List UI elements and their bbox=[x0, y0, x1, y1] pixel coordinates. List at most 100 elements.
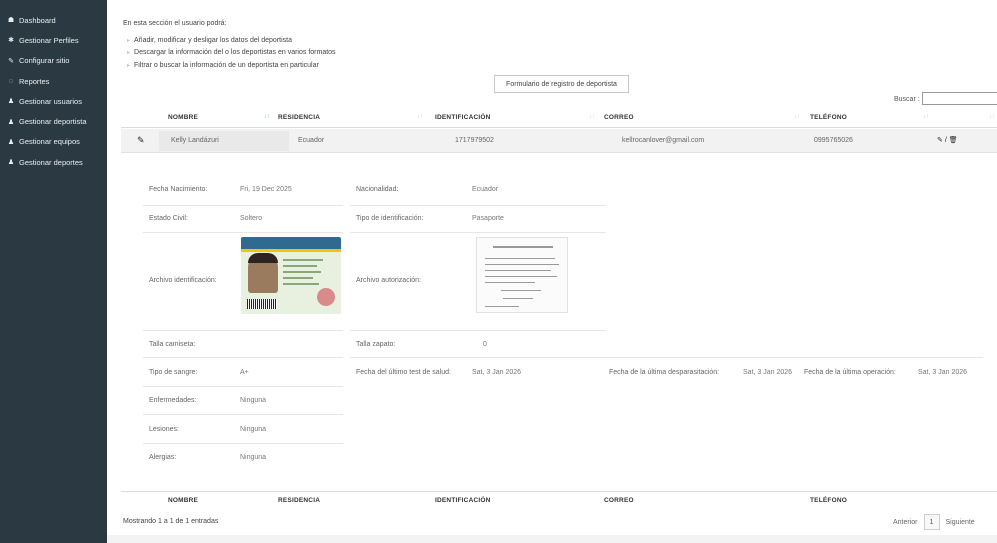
sidebar-item-dashboard[interactable]: ☗ Dashboard bbox=[0, 10, 107, 30]
section-intro: En esta sección el usuario podrá: bbox=[123, 20, 227, 27]
footer-header-nombre: NOMBRE bbox=[168, 497, 199, 504]
label-test-salud: Fecha del último test de salud: bbox=[356, 369, 451, 376]
label-tipo-sangre: Tipo de sangre: bbox=[149, 369, 198, 376]
list-item: ▸ Añadir, modificar y desligar los datos … bbox=[127, 36, 292, 44]
sidebar-item-gestionar-deportista[interactable]: ♟ Gestionar deportista bbox=[0, 111, 107, 131]
sort-icon[interactable]: ↓↑ bbox=[417, 114, 423, 120]
sidebar-item-label: Gestionar equipos bbox=[19, 137, 80, 147]
sidebar-item-label: Gestionar deportes bbox=[19, 157, 83, 167]
column-header-nombre[interactable]: NOMBRE bbox=[168, 114, 198, 121]
bullet-icon: ▸ bbox=[127, 37, 131, 44]
divider bbox=[143, 330, 343, 331]
dashboard-icon: ☗ bbox=[7, 17, 15, 25]
gear-icon: ✱ bbox=[8, 37, 14, 45]
divider bbox=[143, 357, 343, 358]
footer-header-telefono: TELÉFONO bbox=[810, 497, 847, 504]
search-input[interactable] bbox=[922, 92, 997, 105]
label-lesiones: Lesiones: bbox=[149, 426, 179, 433]
sidebar-item-label: Dashboard bbox=[19, 15, 56, 25]
label-tipo-identificacion: Tipo de identificación: bbox=[356, 215, 424, 222]
sort-icon[interactable]: ↓↑ bbox=[264, 114, 270, 120]
footer-header-identificacion: IDENTIFICACIÓN bbox=[435, 497, 491, 504]
sidebar-item-gestionar-perfiles[interactable]: ✱ Gestionar Perfiles bbox=[0, 30, 107, 50]
list-item: ▸ Descargar la información del o los depo… bbox=[127, 49, 336, 57]
value-desparasitacion: Sat, 3 Jan 2026 bbox=[743, 369, 793, 376]
column-header-telefono[interactable]: TELÉFONO bbox=[810, 114, 847, 121]
sort-icon[interactable]: ↓↑ bbox=[794, 114, 800, 120]
value-enfermedades: Ninguna bbox=[240, 397, 267, 404]
cell-correo: kellrocanlover@gmail.com bbox=[622, 137, 705, 144]
value-nacionalidad: Ecuador bbox=[472, 186, 499, 193]
trash-icon[interactable]: 🗑 bbox=[949, 137, 958, 144]
sidebar-item-reportes[interactable]: ◌ Reportes bbox=[0, 71, 107, 91]
sidebar-item-label: Reportes bbox=[19, 76, 50, 86]
divider bbox=[143, 205, 343, 206]
cell-residencia: Ecuador bbox=[298, 137, 325, 144]
prev-page-button[interactable]: Anterior bbox=[887, 519, 924, 526]
user-icon: ♟ bbox=[7, 118, 15, 126]
athlete-details: Fecha Nacimiento: Fri, 19 Dec 2025 Nacio… bbox=[121, 153, 997, 485]
divider bbox=[350, 330, 606, 331]
column-header-correo[interactable]: CORREO bbox=[604, 114, 634, 121]
chat-icon: ◌ bbox=[8, 77, 14, 85]
sidebar: ☗ Dashboard ✱ Gestionar Perfiles ✎ Confi… bbox=[0, 0, 107, 543]
sidebar-item-label: Configurar sitio bbox=[19, 56, 70, 66]
cell-nombre: Kelly Landázuri bbox=[171, 137, 219, 144]
table-header: NOMBRE ↓↑ RESIDENCIA ↓↑ IDENTIFICACIÓN ↓… bbox=[121, 109, 997, 128]
column-header-identificacion[interactable]: IDENTIFICACIÓN bbox=[435, 114, 491, 121]
wrench-icon: ✎ bbox=[8, 57, 14, 65]
column-header-residencia[interactable]: RESIDENCIA bbox=[278, 114, 320, 121]
page-number-button[interactable]: 1 bbox=[923, 514, 940, 530]
sort-icon[interactable]: ↓↑ bbox=[989, 114, 995, 120]
divider bbox=[350, 205, 606, 206]
bottom-bar bbox=[107, 535, 997, 543]
sidebar-item-label: Gestionar Perfiles bbox=[19, 35, 79, 45]
user-icon: ♟ bbox=[7, 159, 15, 167]
main-content: En esta sección el usuario podrá: ▸ Añadi… bbox=[107, 0, 997, 543]
user-icon: ♟ bbox=[7, 98, 15, 106]
value-operacion: Sat, 3 Jan 2026 bbox=[918, 369, 968, 376]
label-alergias: Alergias: bbox=[149, 454, 177, 461]
label-enfermedades: Enfermedades: bbox=[149, 397, 197, 404]
divider bbox=[350, 232, 606, 233]
value-tipo-sangre: A+ bbox=[240, 369, 249, 376]
value-estado-civil: Soltero bbox=[240, 215, 263, 222]
edit-icon[interactable]: ✎ bbox=[937, 137, 943, 144]
row-actions[interactable]: ✎ / 🗑 bbox=[937, 136, 958, 144]
label-operacion: Fecha de la última operación: bbox=[804, 369, 896, 376]
sidebar-item-gestionar-equipos[interactable]: ♟ Gestionar equipos bbox=[0, 132, 107, 152]
sort-icon[interactable]: ↓↑ bbox=[589, 114, 595, 120]
sidebar-item-configurar-sitio[interactable]: ✎ Configurar sitio bbox=[0, 51, 107, 71]
divider bbox=[143, 386, 343, 387]
value-fecha-nacimiento: Fri, 19 Dec 2025 bbox=[240, 186, 292, 193]
table-footer: NOMBRE RESIDENCIA IDENTIFICACIÓN CORREO … bbox=[121, 491, 997, 509]
label-talla-zapato: Talla zapato: bbox=[356, 341, 396, 348]
bullet-icon: ▸ bbox=[127, 62, 131, 69]
sidebar-item-gestionar-deportes[interactable]: ♟ Gestionar deportes bbox=[0, 152, 107, 172]
sort-icon[interactable]: ↓↑ bbox=[923, 114, 929, 120]
athlete-registration-form-button[interactable]: Formulario de registro de deportista bbox=[494, 75, 629, 93]
label-archivo-identificacion: Archivo identificación: bbox=[149, 277, 217, 284]
id-card-image[interactable] bbox=[241, 237, 341, 314]
label-nacionalidad: Nacionalidad: bbox=[356, 186, 399, 193]
list-item: ▸ Filtrar o buscar la información de un d… bbox=[127, 61, 319, 69]
authorization-document-image[interactable] bbox=[476, 237, 568, 313]
sidebar-item-label: Gestionar usuarios bbox=[19, 96, 82, 106]
label-archivo-autorizacion: Archivo autorización: bbox=[356, 277, 421, 284]
table-row[interactable]: ✎ Kelly Landázuri Ecuador 1717979502 kel… bbox=[121, 129, 997, 153]
value-tipo-identificacion: Pasaporte bbox=[472, 215, 504, 222]
footer-header-residencia: RESIDENCIA bbox=[278, 497, 321, 504]
next-page-button[interactable]: Siguiente bbox=[940, 519, 981, 526]
value-talla-zapato: 0 bbox=[483, 341, 487, 348]
pin-icon[interactable]: ✎ bbox=[137, 135, 145, 146]
search-label: Buscar : bbox=[894, 96, 920, 103]
value-lesiones: Ninguna bbox=[240, 426, 267, 433]
divider bbox=[350, 357, 983, 358]
footer-header-correo: CORREO bbox=[604, 497, 634, 504]
label-estado-civil: Estado Civil: bbox=[149, 215, 188, 222]
divider bbox=[143, 443, 343, 444]
sidebar-item-gestionar-usuarios[interactable]: ♟ Gestionar usuarios bbox=[0, 91, 107, 111]
divider bbox=[143, 232, 343, 233]
bullet-icon: ▸ bbox=[127, 50, 131, 57]
label-desparasitacion: Fecha de la última desparasitación: bbox=[609, 369, 720, 376]
